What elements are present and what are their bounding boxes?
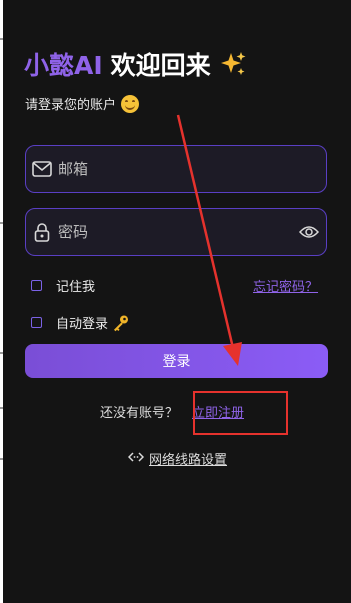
network-settings-label: 网络线路设置 [149, 453, 228, 468]
remember-checkbox[interactable] [31, 280, 42, 291]
sparkle-icon [219, 50, 247, 78]
edge-mark [0, 222, 3, 224]
email-input[interactable] [58, 160, 326, 178]
auto-login-checkbox[interactable] [31, 317, 42, 328]
network-arrows-icon [127, 451, 145, 466]
page-title: 小懿AI 欢迎回来 [24, 46, 247, 82]
edge-mark [0, 458, 3, 460]
edge-mark [0, 38, 3, 40]
auto-login-label: 自动登录 [56, 317, 109, 332]
remember-label: 记住我 [56, 280, 96, 295]
no-account-text: 还没有账号？ [100, 406, 179, 421]
forgot-password-link[interactable]: 忘记密码？ [253, 276, 318, 295]
edge-mark [0, 352, 3, 354]
password-field[interactable] [25, 208, 327, 256]
register-link[interactable]: 立即注册 [192, 402, 244, 421]
subtitle-text: 请登录您的账户 [25, 98, 117, 113]
brand-name: 小懿AI [24, 51, 103, 80]
remember-me-row[interactable]: 记住我 [31, 276, 95, 295]
eye-icon[interactable] [298, 221, 320, 243]
mail-icon [32, 159, 52, 179]
login-screen [3, 0, 351, 603]
lock-icon [32, 222, 52, 242]
auto-login-row[interactable]: 自动登录 [31, 313, 130, 332]
login-button[interactable]: 登录 [25, 344, 328, 378]
network-settings-link[interactable]: 网络线路设置 [127, 449, 228, 468]
smile-emoji-icon [121, 94, 140, 113]
edge-mark [0, 407, 3, 409]
welcome-text: 欢迎回来 [110, 51, 211, 80]
key-icon [112, 314, 130, 332]
subtitle: 请登录您的账户 [25, 94, 140, 113]
email-field[interactable] [25, 145, 327, 193]
password-input[interactable] [58, 223, 298, 241]
